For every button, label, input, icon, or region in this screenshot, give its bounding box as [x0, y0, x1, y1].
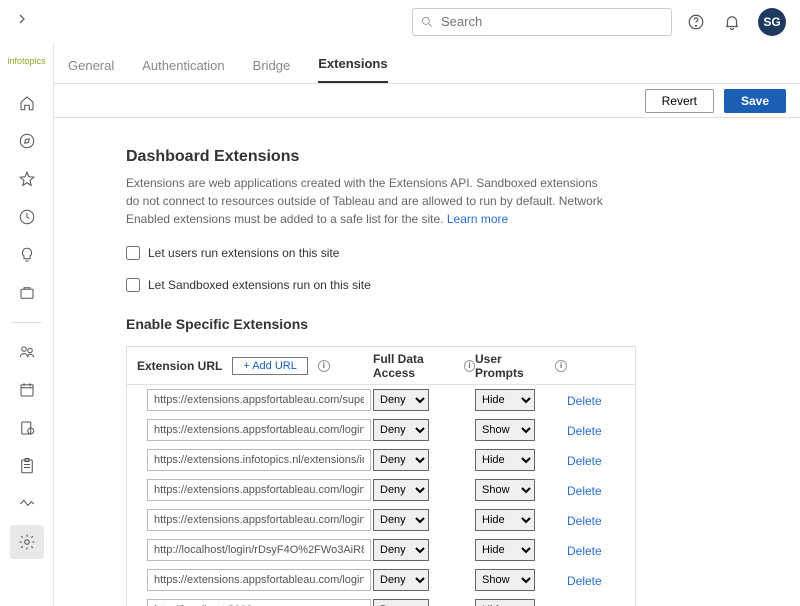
table-row: DenyAllow HideShow Delete [127, 475, 635, 505]
nav-explore[interactable] [10, 124, 44, 158]
user-prompts-select[interactable]: HideShow [475, 599, 535, 606]
header-user-prompts: User Prompts [475, 352, 551, 380]
delete-link[interactable]: Delete [567, 544, 602, 558]
nav-settings[interactable] [10, 525, 44, 559]
user-prompts-select[interactable]: HideShow [475, 569, 535, 591]
data-access-select[interactable]: DenyAllow [373, 449, 429, 471]
table-row: DenyAllow HideShow Delete [127, 565, 635, 595]
table-row: DenyAllow HideShow Delete [127, 385, 635, 415]
nav-users[interactable] [10, 335, 44, 369]
nav-jobs[interactable] [10, 411, 44, 445]
chevron-right-icon[interactable] [14, 11, 34, 32]
table-header: Extension URL + Add URL i Full Data Acce… [127, 347, 635, 385]
let-sandboxed-run-label: Let Sandboxed extensions run on this sit… [148, 278, 371, 292]
delete-link[interactable]: Delete [567, 394, 602, 408]
data-access-select[interactable]: DenyAllow [373, 419, 429, 441]
extensions-table: Extension URL + Add URL i Full Data Acce… [126, 346, 636, 606]
table-row: DenyAllow HideShow Delete [127, 445, 635, 475]
nav-recents[interactable] [10, 200, 44, 234]
sidebar: infotopics [0, 44, 54, 606]
user-prompts-select[interactable]: HideShow [475, 509, 535, 531]
help-icon[interactable] [686, 12, 706, 32]
data-access-select[interactable]: DenyAllow [373, 509, 429, 531]
user-prompts-select[interactable]: HideShow [475, 419, 535, 441]
nav-schedules[interactable] [10, 373, 44, 407]
header-data-access: Full Data Access [373, 352, 460, 380]
content: Dashboard Extensions Extensions are web … [54, 118, 800, 606]
avatar[interactable]: SG [758, 8, 786, 36]
search-input[interactable] [412, 8, 672, 36]
data-access-select[interactable]: DenyAllow [373, 479, 429, 501]
data-access-select[interactable]: DenyAllow [373, 539, 429, 561]
delete-link[interactable]: Delete [567, 574, 602, 588]
table-row: DenyAllowHideShowDelete [127, 595, 635, 606]
let-sandboxed-run-checkbox[interactable]: Let Sandboxed extensions run on this sit… [126, 278, 740, 292]
data-access-select[interactable]: DenyAllow [373, 389, 429, 411]
topbar: SG [0, 0, 800, 44]
search-icon [420, 15, 434, 29]
nav-recommendations[interactable] [10, 238, 44, 272]
save-button[interactable]: Save [724, 89, 786, 113]
table-row: DenyAllow HideShow Delete [127, 415, 635, 445]
page-description: Extensions are web applications created … [126, 174, 606, 228]
extension-url-input[interactable] [147, 509, 371, 531]
nav-favorites[interactable] [10, 162, 44, 196]
let-sandboxed-run-input[interactable] [126, 278, 140, 292]
brand-logo: infotopics [7, 50, 45, 72]
nav-tasks[interactable] [10, 449, 44, 483]
nav-status[interactable] [10, 487, 44, 521]
delete-link[interactable]: Delete [567, 514, 602, 528]
tabs: General Authentication Bridge Extensions [54, 44, 800, 84]
data-access-select[interactable]: DenyAllow [373, 599, 429, 606]
let-users-run-label: Let users run extensions on this site [148, 246, 339, 260]
extension-url-input[interactable] [147, 449, 371, 471]
delete-link[interactable]: Delete [567, 484, 602, 498]
let-users-run-checkbox[interactable]: Let users run extensions on this site [126, 246, 740, 260]
delete-link[interactable]: Delete [567, 454, 602, 468]
extension-url-input[interactable] [147, 599, 371, 606]
extension-url-input[interactable] [147, 539, 371, 561]
user-prompts-select[interactable]: HideShow [475, 539, 535, 561]
page-title: Dashboard Extensions [126, 148, 740, 166]
user-prompts-select[interactable]: HideShow [475, 449, 535, 471]
tab-general[interactable]: General [68, 58, 114, 83]
action-row: Revert Save [54, 84, 800, 118]
extension-url-input[interactable] [147, 479, 371, 501]
tab-extensions[interactable]: Extensions [318, 56, 387, 83]
user-prompts-select[interactable]: HideShow [475, 389, 535, 411]
nav-home[interactable] [10, 86, 44, 120]
extension-url-input[interactable] [147, 419, 371, 441]
revert-button[interactable]: Revert [645, 89, 714, 113]
info-icon[interactable]: i [555, 360, 567, 372]
info-icon[interactable]: i [318, 360, 330, 372]
bell-icon[interactable] [722, 12, 742, 32]
tab-authentication[interactable]: Authentication [142, 58, 224, 83]
nav-collections[interactable] [10, 276, 44, 310]
extension-url-input[interactable] [147, 389, 371, 411]
sidebar-separator [12, 322, 42, 323]
table-row: DenyAllow HideShow Delete [127, 535, 635, 565]
delete-link[interactable]: Delete [567, 424, 602, 438]
table-body: DenyAllow HideShow Delete DenyAllow HideShow… [127, 385, 635, 606]
enable-specific-title: Enable Specific Extensions [126, 316, 740, 332]
tab-bridge[interactable]: Bridge [253, 58, 291, 83]
data-access-select[interactable]: DenyAllow [373, 569, 429, 591]
add-url-button[interactable]: + Add URL [232, 357, 308, 375]
info-icon[interactable]: i [464, 360, 475, 372]
table-row: DenyAllow HideShow Delete [127, 505, 635, 535]
search-wrap [412, 8, 672, 36]
header-url: Extension URL [137, 359, 222, 373]
let-users-run-input[interactable] [126, 246, 140, 260]
extension-url-input[interactable] [147, 569, 371, 591]
user-prompts-select[interactable]: HideShow [475, 479, 535, 501]
learn-more-link[interactable]: Learn more [444, 212, 509, 226]
